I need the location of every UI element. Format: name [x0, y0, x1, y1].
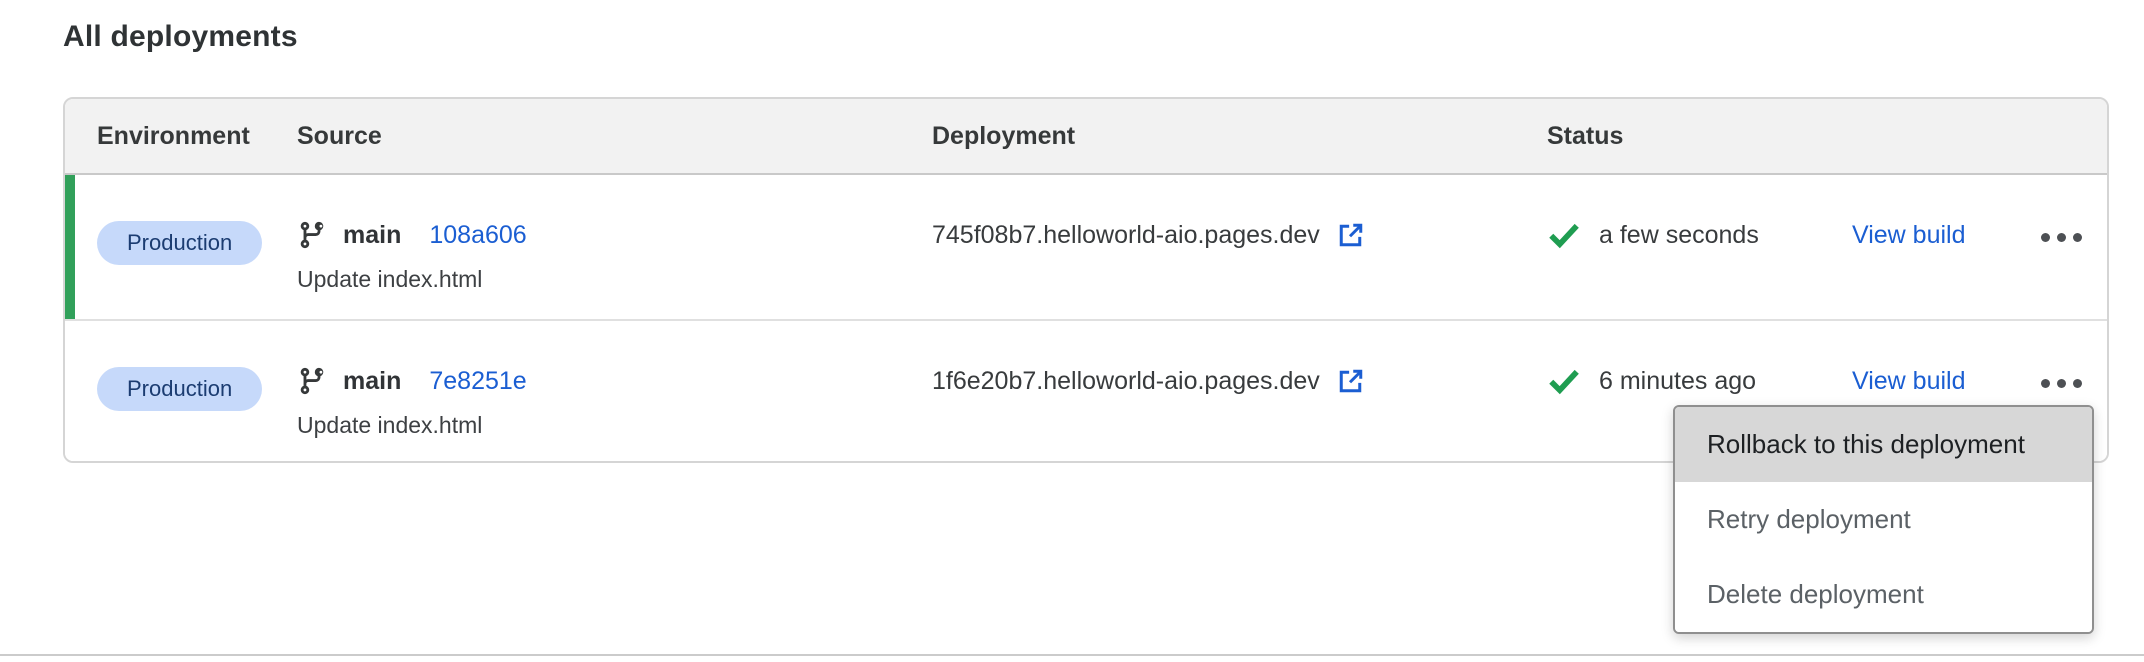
menu-item-rollback[interactable]: Rollback to this deployment	[1675, 407, 2092, 482]
deployment-context-menu: Rollback to this deployment Retry deploy…	[1673, 405, 2094, 634]
commit-link[interactable]: 108a606	[429, 219, 526, 251]
view-build-link[interactable]: View build	[1852, 365, 1966, 397]
page-title: All deployments	[63, 20, 298, 54]
branch-name: main	[343, 365, 401, 397]
table-row: Production main 108a606 Update index.htm…	[65, 175, 2107, 319]
header-status: Status	[1547, 122, 1852, 151]
menu-item-retry[interactable]: Retry deployment	[1675, 482, 2092, 557]
header-source: Source	[297, 122, 932, 151]
menu-item-delete[interactable]: Delete deployment	[1675, 557, 2092, 632]
commit-link[interactable]: 7e8251e	[429, 365, 526, 397]
success-check-icon	[1547, 220, 1581, 250]
success-check-icon	[1547, 366, 1581, 396]
more-options-button[interactable]	[2037, 227, 2086, 248]
active-deployment-indicator	[65, 175, 75, 319]
environment-badge: Production	[97, 221, 262, 265]
external-link-icon[interactable]	[1336, 220, 1366, 250]
git-branch-icon	[297, 219, 327, 251]
deployment-url: 745f08b7.helloworld-aio.pages.dev	[932, 219, 1320, 251]
environment-badge: Production	[97, 367, 262, 411]
more-options-button[interactable]	[2037, 373, 2086, 394]
header-environment: Environment	[65, 122, 297, 151]
page-bottom-divider	[0, 654, 2144, 656]
commit-message: Update index.html	[297, 265, 932, 293]
git-branch-icon	[297, 365, 327, 397]
table-header-row: Environment Source Deployment Status	[65, 99, 2107, 175]
external-link-icon[interactable]	[1336, 366, 1366, 396]
deployment-url: 1f6e20b7.helloworld-aio.pages.dev	[932, 365, 1320, 397]
status-time: a few seconds	[1599, 219, 1759, 251]
status-time: 6 minutes ago	[1599, 365, 1756, 397]
header-deployment: Deployment	[932, 122, 1547, 151]
view-build-link[interactable]: View build	[1852, 219, 1966, 251]
branch-name: main	[343, 219, 401, 251]
commit-message: Update index.html	[297, 411, 932, 439]
